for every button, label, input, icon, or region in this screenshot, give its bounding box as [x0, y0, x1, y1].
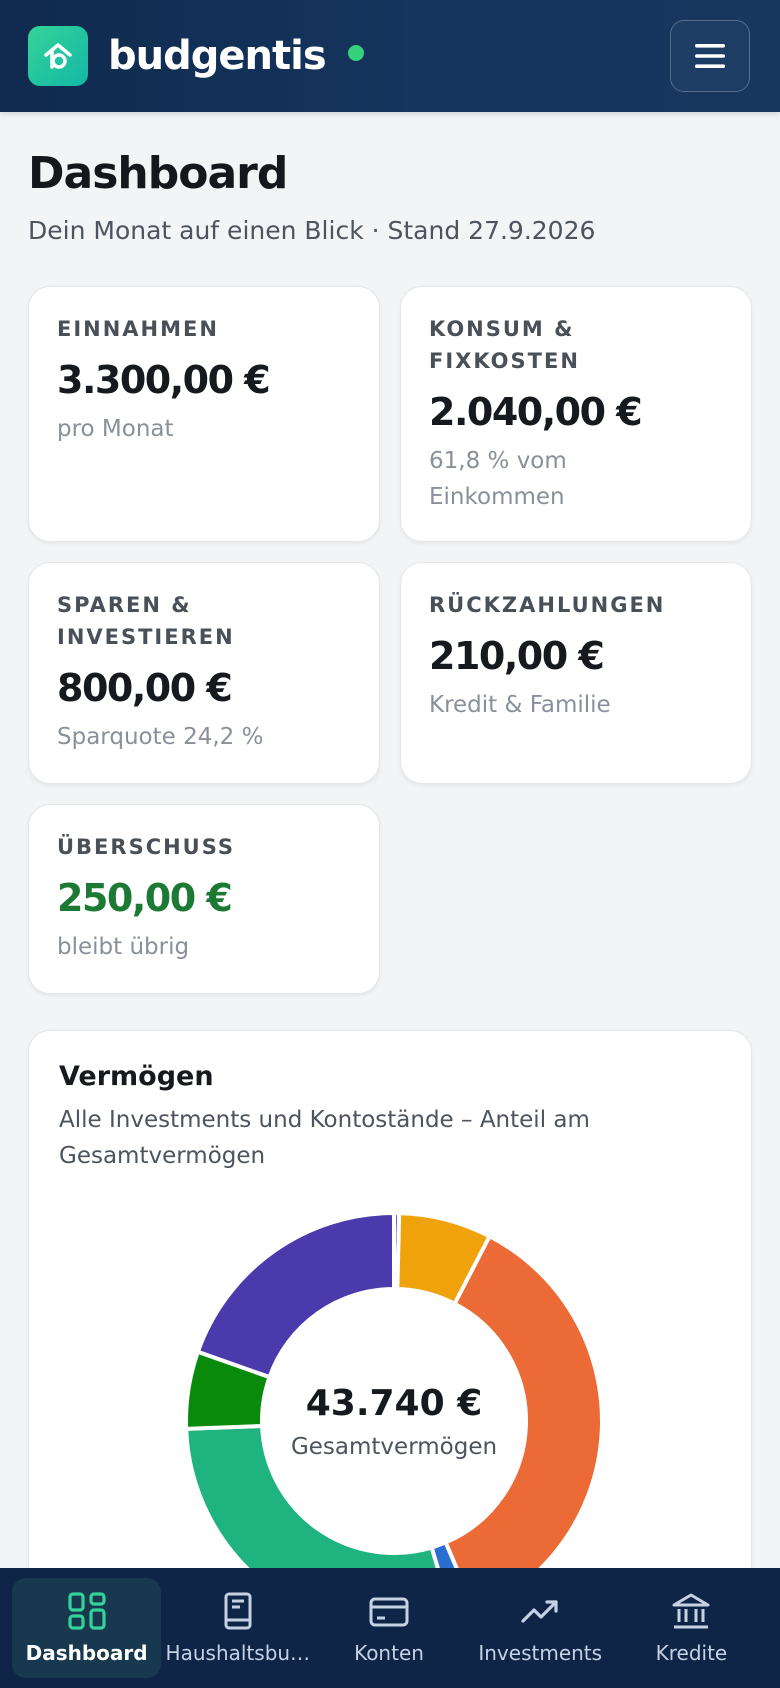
- dashboard-grid-icon: [67, 1592, 106, 1630]
- card-subtext: 61,8 % vom Einkommen: [429, 448, 567, 510]
- app-name: budgentis: [108, 33, 327, 79]
- income-card[interactable]: EINNAHMEN 3.300,00 € pro Monat: [28, 286, 380, 542]
- trending-up-icon: [521, 1600, 558, 1623]
- book-icon: [224, 1592, 252, 1630]
- card-subtext: Sparquote 24,2 %: [57, 724, 264, 750]
- credit-card-icon: [369, 1597, 409, 1627]
- card-value: 3.300,00 €: [57, 358, 271, 402]
- nav-label: Dashboard: [25, 1641, 148, 1665]
- menu-button[interactable]: [670, 20, 750, 92]
- card-label: RÜCKZAHLUNGEN: [429, 593, 666, 617]
- repayments-card[interactable]: RÜCKZAHLUNGEN 210,00 € Kredit & Familie: [400, 562, 752, 784]
- card-label: ÜBERSCHUSS: [57, 835, 236, 859]
- page-title: Dashboard: [28, 148, 288, 199]
- card-value: 2.040,00 €: [429, 390, 643, 434]
- card-subtext: pro Monat: [57, 416, 174, 442]
- wealth-total: 43.740 €: [305, 1382, 483, 1424]
- app-header: budgentis: [0, 0, 780, 112]
- expenses-card[interactable]: KONSUM & FIXKOSTEN 2.040,00 € 61,8 % vom…: [400, 286, 752, 542]
- wealth-total-label: Gesamtvermögen: [290, 1433, 498, 1460]
- nav-item-kredite[interactable]: Kredite: [617, 1578, 766, 1678]
- nav-label: Konten: [354, 1641, 424, 1665]
- nav-label: Haushaltsbu…: [165, 1641, 311, 1665]
- wealth-title: Vermögen: [59, 1061, 214, 1092]
- card-label: EINNAHMEN: [57, 317, 219, 341]
- card-value: 800,00 €: [57, 666, 233, 710]
- bank-icon: [672, 1593, 710, 1629]
- card-label: KONSUM & FIXKOSTEN: [429, 317, 580, 373]
- app-logo-icon[interactable]: [28, 26, 88, 86]
- nav-item-konten[interactable]: Konten: [314, 1578, 463, 1678]
- wealth-card: Vermögen Alle Investments und Kontoständ…: [28, 1030, 752, 1650]
- card-subtext: Kredit & Familie: [429, 692, 611, 718]
- nav-item-dashboard[interactable]: Dashboard: [12, 1578, 162, 1678]
- surplus-card[interactable]: ÜBERSCHUSS 250,00 € bleibt übrig: [28, 804, 380, 994]
- page-subtitle: Dein Monat auf einen Blick · Stand 27.9.…: [28, 216, 596, 245]
- bottom-navigation: Dashboard Haushaltsbu… Konten Investment…: [0, 1568, 780, 1688]
- card-subtext: bleibt übrig: [57, 934, 190, 960]
- nav-item-haushaltsbuch[interactable]: Haushaltsbu…: [163, 1578, 312, 1678]
- nav-label: Investments: [478, 1641, 603, 1665]
- card-value: 210,00 €: [429, 634, 605, 678]
- nav-item-investments[interactable]: Investments: [466, 1578, 615, 1678]
- hamburger-menu-icon: [695, 44, 725, 68]
- wealth-subtitle: Alle Investments und Kontostände – Antei…: [59, 1107, 590, 1169]
- card-label: SPAREN & INVESTIEREN: [57, 593, 235, 649]
- savings-card[interactable]: SPAREN & INVESTIEREN 800,00 € Sparquote …: [28, 562, 380, 784]
- card-value: 250,00 €: [57, 876, 233, 920]
- nav-label: Kredite: [655, 1641, 728, 1665]
- online-status-dot: [347, 45, 364, 61]
